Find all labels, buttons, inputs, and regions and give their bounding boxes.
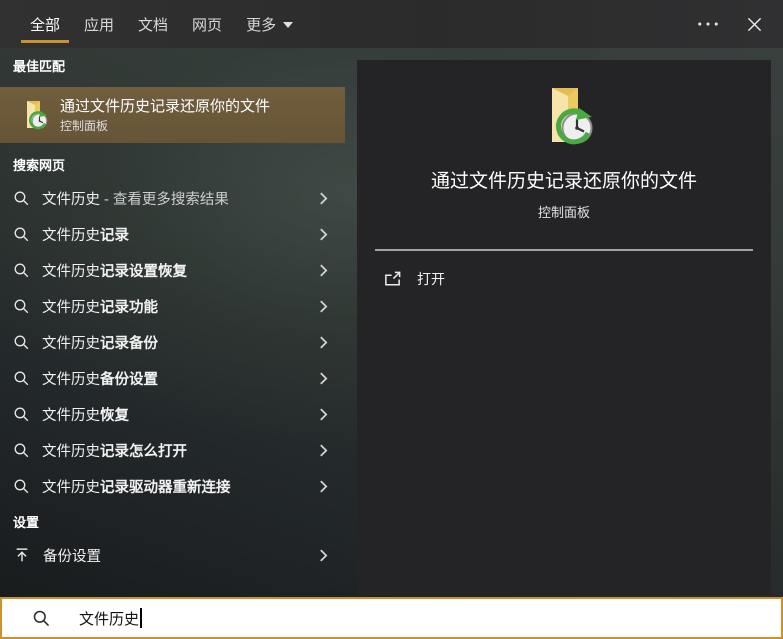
best-match-header: 最佳匹配 <box>13 59 66 74</box>
web-suggestion-row[interactable]: 文件历史记录 <box>0 216 345 252</box>
search-icon <box>32 609 51 628</box>
search-icon <box>13 334 30 351</box>
best-match-result[interactable]: 通过文件历史记录还原你的文件 控制面板 <box>0 87 345 143</box>
tab-apps[interactable]: 应用 <box>82 0 116 48</box>
web-suggestion-row[interactable]: 文件历史记录功能 <box>0 288 345 324</box>
chevron-right-icon[interactable] <box>319 371 328 386</box>
settings-result-label: 备份设置 <box>43 548 101 565</box>
preview-title: 通过文件历史记录还原你的文件 <box>430 171 697 192</box>
search-input[interactable]: 文件历史 <box>0 597 783 639</box>
ellipsis-icon <box>697 21 719 27</box>
tab-web[interactable]: 网页 <box>190 0 224 48</box>
best-match-title: 通过文件历史记录还原你的文件 <box>60 97 271 115</box>
web-suggestion-row[interactable]: 文件历史备份设置 <box>0 360 345 396</box>
chevron-right-icon[interactable] <box>319 263 328 278</box>
search-icon <box>13 190 30 207</box>
search-icon <box>13 406 30 423</box>
preview-panel: 通过文件历史记录还原你的文件 控制面板 打开 <box>357 60 771 595</box>
file-history-icon <box>17 99 49 131</box>
chevron-right-icon[interactable] <box>319 191 328 206</box>
text-cursor <box>140 608 142 628</box>
search-icon <box>13 442 30 459</box>
open-external-icon <box>383 270 402 289</box>
tab-more[interactable]: 更多 <box>244 0 295 48</box>
windows-search-flyout: 全部 应用 文档 网页 更多 最佳匹配 通过文件历史记录还原你的文件 控制面板 <box>0 0 783 639</box>
chevron-right-icon[interactable] <box>319 299 328 314</box>
web-suggestion-row[interactable]: 文件历史记录设置恢复 <box>0 252 345 288</box>
best-match-subtitle: 控制面板 <box>60 118 109 133</box>
web-suggestion-row[interactable]: 文件历史记录怎么打开 <box>0 432 345 468</box>
close-button[interactable] <box>735 0 773 48</box>
divider <box>375 249 753 251</box>
filter-tabs: 全部 应用 文档 网页 更多 <box>0 0 295 48</box>
search-icon <box>13 370 30 387</box>
search-icon <box>13 262 30 279</box>
search-icon <box>13 226 30 243</box>
file-history-icon-large <box>532 84 596 148</box>
search-query-text: 文件历史 <box>79 610 140 628</box>
chevron-right-icon[interactable] <box>319 548 328 563</box>
tab-documents[interactable]: 文档 <box>136 0 170 48</box>
settings-header: 设置 <box>13 515 40 530</box>
chevron-down-icon <box>283 22 293 28</box>
search-icon <box>13 298 30 315</box>
chevron-right-icon[interactable] <box>319 227 328 242</box>
chevron-right-icon[interactable] <box>319 443 328 458</box>
more-options-button[interactable] <box>689 0 727 48</box>
web-search-header: 搜索网页 <box>13 158 66 173</box>
search-icon <box>13 478 30 495</box>
web-suggestion-row[interactable]: 文件历史记录驱动器重新连接 <box>0 468 345 504</box>
chevron-right-icon[interactable] <box>319 335 328 350</box>
settings-result-row[interactable]: 备份设置 <box>0 537 345 573</box>
backup-icon <box>13 546 31 564</box>
web-suggestion-row[interactable]: 文件历史 - 查看更多搜索结果 <box>0 180 345 216</box>
web-suggestion-row[interactable]: 文件历史记录备份 <box>0 324 345 360</box>
chevron-right-icon[interactable] <box>319 479 328 494</box>
tab-all[interactable]: 全部 <box>20 0 70 48</box>
chevron-right-icon[interactable] <box>319 407 328 422</box>
preview-subtitle: 控制面板 <box>537 205 590 220</box>
results-list: 最佳匹配 通过文件历史记录还原你的文件 控制面板 搜索网页 文件历史 - 查看更… <box>0 48 345 597</box>
web-suggestion-row[interactable]: 文件历史恢复 <box>0 396 345 432</box>
open-action[interactable]: 打开 <box>357 257 771 301</box>
open-action-label: 打开 <box>417 271 445 287</box>
search-filter-bar: 全部 应用 文档 网页 更多 <box>0 0 783 48</box>
close-icon <box>747 17 762 32</box>
